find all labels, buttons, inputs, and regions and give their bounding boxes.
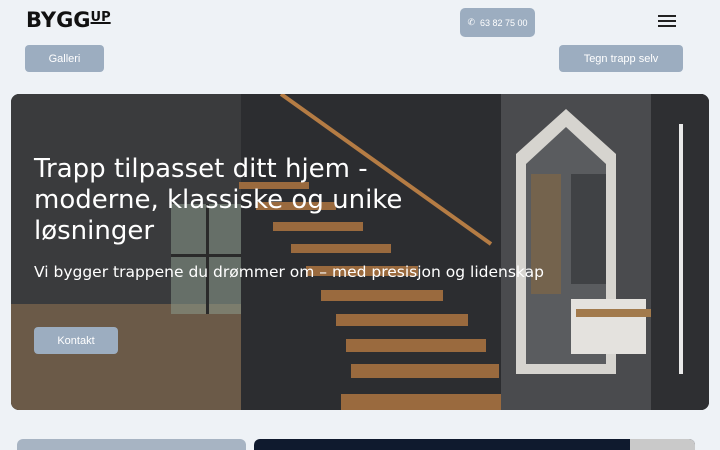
feature-card-2[interactable] bbox=[254, 439, 695, 450]
hero-subtitle: Vi bygger trappene du drømmer om – med p… bbox=[34, 263, 544, 281]
logo-main: BYGG bbox=[26, 8, 91, 32]
hero-banner: Trapp tilpasset ditt hjem - moderne, kla… bbox=[11, 94, 709, 410]
hero-staircase-image bbox=[11, 94, 709, 410]
phone-number: 63 82 75 00 bbox=[480, 17, 528, 28]
hero-title: Trapp tilpasset ditt hjem - moderne, kla… bbox=[34, 154, 403, 246]
phone-button[interactable]: ✆ 63 82 75 00 bbox=[460, 8, 535, 37]
hamburger-menu-icon[interactable] bbox=[658, 15, 676, 28]
kontakt-button[interactable]: Kontakt bbox=[34, 327, 118, 354]
logo[interactable]: BYGGUP bbox=[26, 8, 111, 32]
feature-card-1[interactable] bbox=[17, 439, 246, 450]
galleri-button[interactable]: Galleri bbox=[25, 45, 104, 72]
phone-icon: ✆ bbox=[467, 17, 475, 27]
logo-accent: UP bbox=[90, 10, 111, 25]
tegn-trapp-selv-button[interactable]: Tegn trapp selv bbox=[559, 45, 683, 72]
